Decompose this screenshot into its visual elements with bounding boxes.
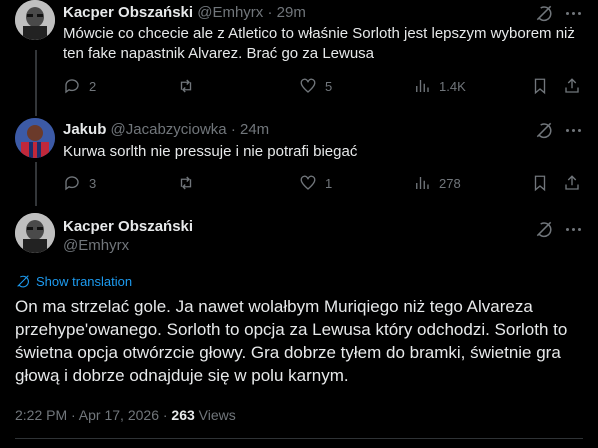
- views-button[interactable]: 1.4K: [413, 76, 466, 96]
- author-handle[interactable]: @Emhyrx: [197, 4, 263, 21]
- views-label: Views: [198, 407, 236, 423]
- author-name[interactable]: Kacper Obszański: [63, 218, 193, 235]
- like-count: 1: [325, 175, 333, 191]
- reply-text: Mówcie co chcecie ale z Atletico to właś…: [63, 25, 575, 62]
- repost-button[interactable]: [177, 76, 203, 96]
- author-handle[interactable]: @Jacabzyciowka: [111, 121, 227, 138]
- more-options-icon[interactable]: [563, 219, 583, 239]
- share-button[interactable]: [563, 173, 581, 193]
- avatar[interactable]: [15, 0, 55, 40]
- repost-icon: [180, 79, 192, 93]
- avatar-photo: [15, 0, 55, 40]
- reply-button[interactable]: 3: [63, 173, 96, 193]
- reply-count: 3: [89, 175, 97, 191]
- post-time[interactable]: 29m: [277, 4, 306, 21]
- show-translation-label: Show translation: [36, 273, 133, 289]
- like-button[interactable]: 1: [299, 173, 332, 193]
- reply-actions: 2 5 1.4K: [63, 76, 583, 96]
- author-handle[interactable]: @Emhyrx: [63, 237, 129, 254]
- bookmark-icon: [534, 78, 546, 95]
- reply-icon: [65, 79, 79, 94]
- avatar[interactable]: [15, 118, 55, 158]
- post-time[interactable]: 24m: [240, 121, 269, 138]
- tweet-metadata: 2:22 PM · Apr 17, 2026 · 263 Views: [15, 406, 236, 424]
- more-options-icon[interactable]: [563, 3, 583, 23]
- divider: [15, 438, 583, 439]
- separator: ·: [267, 4, 273, 21]
- views-icon: [416, 177, 429, 189]
- grok-icon: [17, 275, 29, 288]
- more-options-icon[interactable]: [563, 120, 583, 140]
- views-count: 278: [439, 175, 461, 191]
- bookmark-button[interactable]: [531, 173, 549, 193]
- main-author-name[interactable]: Kacper Obszański: [63, 217, 193, 237]
- share-icon: [565, 175, 579, 190]
- reply-button[interactable]: 2: [63, 76, 96, 96]
- repost-icon: [180, 176, 192, 190]
- author-name[interactable]: Jakub: [63, 121, 106, 138]
- avatar-photo: [15, 213, 55, 253]
- like-button[interactable]: 5: [299, 76, 332, 96]
- show-translation-link[interactable]: Show translation: [15, 273, 132, 289]
- thread-line: [35, 162, 37, 206]
- author-name[interactable]: Kacper Obszański: [63, 4, 193, 21]
- repost-button[interactable]: [177, 173, 203, 193]
- like-count: 5: [325, 78, 333, 94]
- views-icon: [416, 80, 429, 92]
- avatar-photo: [15, 118, 55, 158]
- reply-count: 2: [89, 78, 97, 94]
- bookmark-icon: [534, 175, 546, 192]
- reply-header: Jakub @Jacabzyciowka · 24m: [63, 120, 269, 140]
- grok-icon[interactable]: [534, 3, 554, 23]
- main-tweet-text: On ma strzelać gole. Ja nawet wolałbym M…: [15, 297, 568, 385]
- reply-text: Kurwa sorlth nie pressuje i nie potrafi …: [63, 143, 358, 160]
- separator: ·: [230, 121, 236, 138]
- views-button[interactable]: 278: [413, 173, 461, 193]
- bookmark-button[interactable]: [531, 76, 549, 96]
- grok-icon[interactable]: [534, 219, 554, 239]
- reply-header: Kacper Obszański @Emhyrx · 29m: [63, 3, 306, 23]
- reply-actions: 3 1 278: [63, 173, 583, 193]
- views-number: 263: [171, 407, 195, 423]
- grok-icon[interactable]: [534, 120, 554, 140]
- thread-line: [35, 50, 37, 116]
- views-count: 1.4K: [439, 78, 466, 94]
- heart-icon: [300, 175, 316, 190]
- share-button[interactable]: [563, 76, 581, 96]
- share-icon: [565, 78, 579, 93]
- heart-icon: [300, 78, 316, 93]
- reply-icon: [65, 176, 79, 191]
- tweet-timestamp[interactable]: 2:22 PM · Apr 17, 2026 ·: [15, 407, 168, 423]
- main-author-handle[interactable]: @Emhyrx: [63, 236, 129, 256]
- avatar[interactable]: [15, 213, 55, 253]
